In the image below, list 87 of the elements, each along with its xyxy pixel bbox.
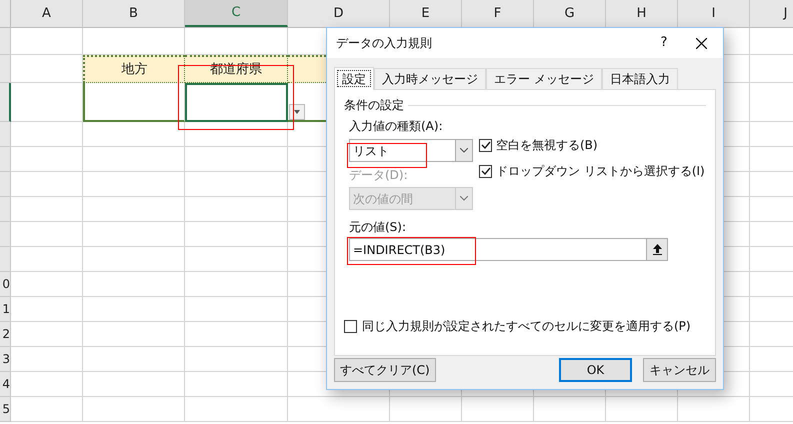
sheet-cell[interactable] [83,372,185,397]
sheet-cell[interactable] [185,172,288,197]
source-input[interactable]: =INDIRECT(B3) [350,239,646,260]
sheet-cell[interactable] [83,122,185,147]
dialog-button[interactable]: すべてクリア(C) [334,358,436,382]
tab[interactable]: 日本語入力 [602,68,678,89]
dropdown-button[interactable] [289,104,305,120]
sheet-cell[interactable] [11,322,83,347]
sheet-cell[interactable] [390,397,462,422]
upload-arrow-icon [652,244,662,255]
sheet-cell[interactable] [678,397,750,422]
sheet-cell[interactable] [185,147,288,172]
column-header[interactable]: C [185,0,288,27]
collapse-button[interactable] [646,239,667,260]
table-header-cell[interactable]: 地方 [83,55,185,83]
tab[interactable]: 設定 [334,67,374,90]
sheet-cell[interactable] [83,197,185,222]
data-label: データ(D): [349,167,409,184]
sheet-cell[interactable] [185,272,288,297]
sheet-cell[interactable] [606,397,678,422]
sheet-cell[interactable] [185,322,288,347]
sheet-cell[interactable] [185,297,288,322]
window-title: データの入力規則 [336,35,432,52]
row-header[interactable]: 4 [0,372,11,397]
row-header[interactable]: 0 [0,272,11,297]
check-icon [480,140,490,150]
check-icon [480,166,490,176]
sheet-cell[interactable] [83,147,185,172]
sheet-cell[interactable] [83,172,185,197]
sheet-cell[interactable] [11,222,83,247]
dialog-button[interactable]: OK [559,358,632,382]
sheet-cell[interactable] [11,197,83,222]
sheet-cell[interactable] [83,322,185,347]
sheet-cell[interactable] [83,222,185,247]
allow-dropdown[interactable]: リスト [349,139,473,162]
checkbox[interactable] [479,138,492,152]
column-header[interactable]: A [11,0,83,27]
sheet-cell[interactable] [83,297,185,322]
allow-label: 入力値の種類(A): [349,118,444,135]
help-button[interactable]: ? [649,28,679,58]
row-header[interactable] [0,83,11,122]
sheet-cell[interactable] [185,222,288,247]
tab[interactable]: 入力時メッセージ [374,68,486,89]
caret-icon [294,110,300,114]
sheet-cell[interactable] [11,122,83,147]
sheet-cell[interactable] [11,347,83,372]
sheet-cell[interactable] [83,397,185,422]
sheet-cell[interactable] [11,172,83,197]
tab[interactable]: エラー メッセージ [486,68,602,89]
sheet-cell[interactable] [185,372,288,397]
group-label: 条件の設定 [344,97,404,114]
sheet-cell[interactable] [83,347,185,372]
chevron-icon [460,196,468,201]
row-header[interactable]: 2 [0,322,11,347]
sheet-cell[interactable] [185,397,288,422]
column-header[interactable]: J [750,0,793,27]
checkbox-label: ドロップダウン リストから選択する(I) [496,163,705,180]
sheet-cell[interactable] [83,247,185,272]
sheet-cell[interactable] [83,83,185,122]
sheet-cell[interactable] [11,28,83,55]
sheet-cell[interactable] [11,147,83,172]
row-header[interactable]: 3 [0,347,11,372]
sheet-cell[interactable] [185,197,288,222]
sheet-cell[interactable] [185,247,288,272]
source-field[interactable]: =INDIRECT(B3) [349,238,668,261]
sheet-cell[interactable] [11,272,83,297]
close-icon [696,38,706,48]
sheet-cell[interactable] [83,272,185,297]
checkbox[interactable] [344,320,357,332]
sheet-cell[interactable] [288,397,390,422]
checkbox-label: 同じ入力規則が設定されたすべてのセルに変更を適用する(P) [362,318,691,335]
sheet-cell[interactable] [11,397,83,422]
sheet-cell[interactable] [185,347,288,372]
sheet-cell[interactable] [11,247,83,272]
checkbox[interactable] [479,164,492,178]
row-header[interactable]: 5 [0,397,11,422]
checkbox-label: 空白を無視する(B) [496,137,598,154]
sheet-cell[interactable] [11,372,83,397]
row-header[interactable]: 1 [0,297,11,322]
sheet-cell[interactable] [11,83,83,122]
dialog-button[interactable]: キャンセル [643,358,716,382]
source-label: 元の値(S): [348,219,408,236]
chevron-icon [460,148,468,153]
sheet-cell[interactable] [185,122,288,147]
sheet-cell[interactable] [11,297,83,322]
sheet-cell[interactable] [534,397,606,422]
sheet-cell[interactable] [462,397,534,422]
